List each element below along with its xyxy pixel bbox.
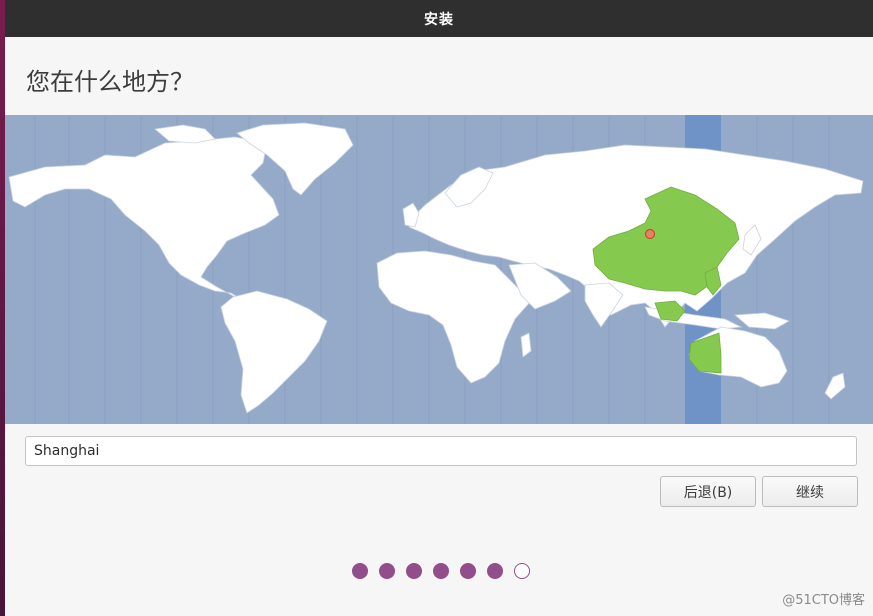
location-pin-icon bbox=[645, 229, 655, 239]
back-button[interactable]: 后退(B) bbox=[660, 476, 756, 507]
watermark: @51CTO博客 bbox=[782, 593, 865, 608]
window-title: 安装 bbox=[424, 11, 454, 28]
progress-dot bbox=[460, 563, 476, 579]
installer-window: 安装 您在什么地方？ Shanghai 后退(B) 继续 bbox=[5, 0, 873, 616]
progress-dot bbox=[487, 563, 503, 579]
timezone-map[interactable] bbox=[5, 115, 873, 424]
progress-dot bbox=[406, 563, 422, 579]
location-input[interactable] bbox=[25, 436, 857, 466]
progress-dots bbox=[352, 563, 530, 579]
titlebar[interactable]: 安装 bbox=[5, 0, 873, 37]
progress-dot-current bbox=[514, 563, 530, 579]
continue-button[interactable]: 继续 bbox=[762, 476, 858, 507]
page-title: 您在什么地方？ bbox=[26, 68, 194, 96]
progress-dot bbox=[433, 563, 449, 579]
progress-dot bbox=[352, 563, 368, 579]
progress-dot bbox=[379, 563, 395, 579]
